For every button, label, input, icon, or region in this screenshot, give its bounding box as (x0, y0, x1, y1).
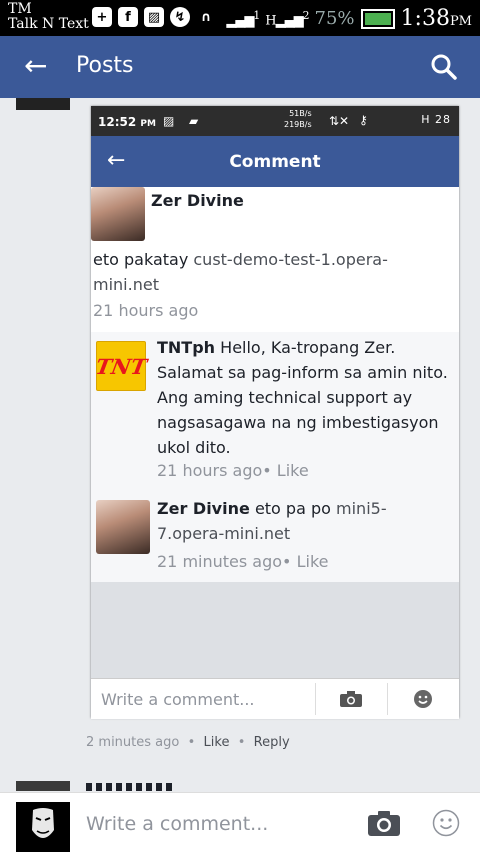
avatar (96, 500, 150, 554)
signal-h-icon: H▂▄▆2 (265, 8, 309, 29)
signal-icon: ▂▄▆1 (226, 8, 260, 29)
clock: 1:38PM (400, 6, 472, 31)
comment-time: 21 hours ago (93, 301, 199, 320)
status-bar: TM Talk N Text + f ▨ ↯ ∩ ▂▄▆1 H▂▄▆2 75% … (0, 0, 480, 36)
page-title: Posts (76, 53, 134, 78)
empty-area (91, 582, 459, 678)
avatar (16, 98, 70, 110)
post-meta: 2 minutes ago • Like • Reply (86, 735, 290, 750)
inner-comment-input: Write a comment... (101, 690, 255, 709)
camera-icon[interactable] (367, 809, 401, 837)
messenger-icon: ↯ (170, 7, 190, 27)
author-name-partial (86, 783, 176, 791)
battery-icon (360, 8, 395, 29)
comment-input[interactable]: Write a comment... (86, 813, 268, 835)
anonymous-mask-avatar (16, 802, 70, 852)
embedded-screenshot: 12:52 PM ▨ ▰ 51B/s 219B/s ⇅✕ ⚷ H 28 ← Com… (91, 106, 459, 719)
status-right: ▂▄▆1 H▂▄▆2 75% 1:38PM (226, 6, 472, 31)
comment-text: eto pakatay cust-demo-test-1.opera-mini.… (93, 250, 388, 294)
image-icon: ▨ (144, 7, 164, 27)
comment-composer: Write a comment... (0, 792, 480, 855)
app-bar: ← Posts (0, 36, 480, 98)
avatar: TNT (93, 341, 149, 391)
camera-icon (340, 691, 362, 707)
comment-title: Comment (229, 152, 321, 172)
reply-text: Zer Divine eto pa po mini5-7.opera-mini.… (157, 499, 387, 543)
inner-status-bar: 12:52 PM ▨ ▰ 51B/s 219B/s ⇅✕ ⚷ H 28 (91, 106, 459, 136)
search-icon[interactable] (430, 53, 458, 81)
key-icon: ⚷ (359, 113, 368, 127)
reply-meta: 21 minutes ago• Like (157, 552, 329, 571)
back-arrow-icon[interactable]: ← (24, 52, 47, 80)
plus-icon: + (92, 7, 112, 27)
comment-author: Zer Divine (151, 191, 244, 210)
headphones-icon: ∩ (200, 9, 212, 25)
avatar (16, 781, 70, 791)
comment-header: ← Comment (91, 136, 459, 187)
reply-list: TNT TNTph Hello, Ka-tropang Zer. Salamat… (91, 332, 459, 582)
notification-icons: + f ▨ ↯ ∩ (92, 7, 216, 27)
avatar (91, 187, 145, 241)
carrier-label: TM Talk N Text (8, 1, 89, 32)
emoji-icon (414, 690, 432, 708)
like-link[interactable]: Like (204, 735, 230, 750)
inner-comment-composer: Write a comment... (91, 678, 459, 719)
tnt-logo: TNT (93, 353, 149, 379)
reply-link[interactable]: Reply (254, 735, 290, 750)
reply-author: TNTph (157, 338, 216, 357)
reply-meta: 21 hours ago• Like (157, 461, 309, 480)
mute-icon: ⇅✕ (329, 114, 350, 128)
image-icon: ▨ (163, 114, 175, 128)
inner-signal: H 28 (421, 113, 451, 126)
speed-indicator: 51B/s 219B/s (284, 109, 312, 129)
emoji-icon[interactable] (432, 809, 460, 837)
post-time: 2 minutes ago (86, 735, 180, 750)
battery-percent: 75% (314, 8, 355, 29)
reply-author: Zer Divine (157, 499, 250, 518)
facebook-icon: f (118, 7, 138, 27)
reply-text: TNTph Hello, Ka-tropang Zer. Salamat sa … (157, 338, 448, 457)
chat-icon: ▰ (189, 114, 199, 128)
